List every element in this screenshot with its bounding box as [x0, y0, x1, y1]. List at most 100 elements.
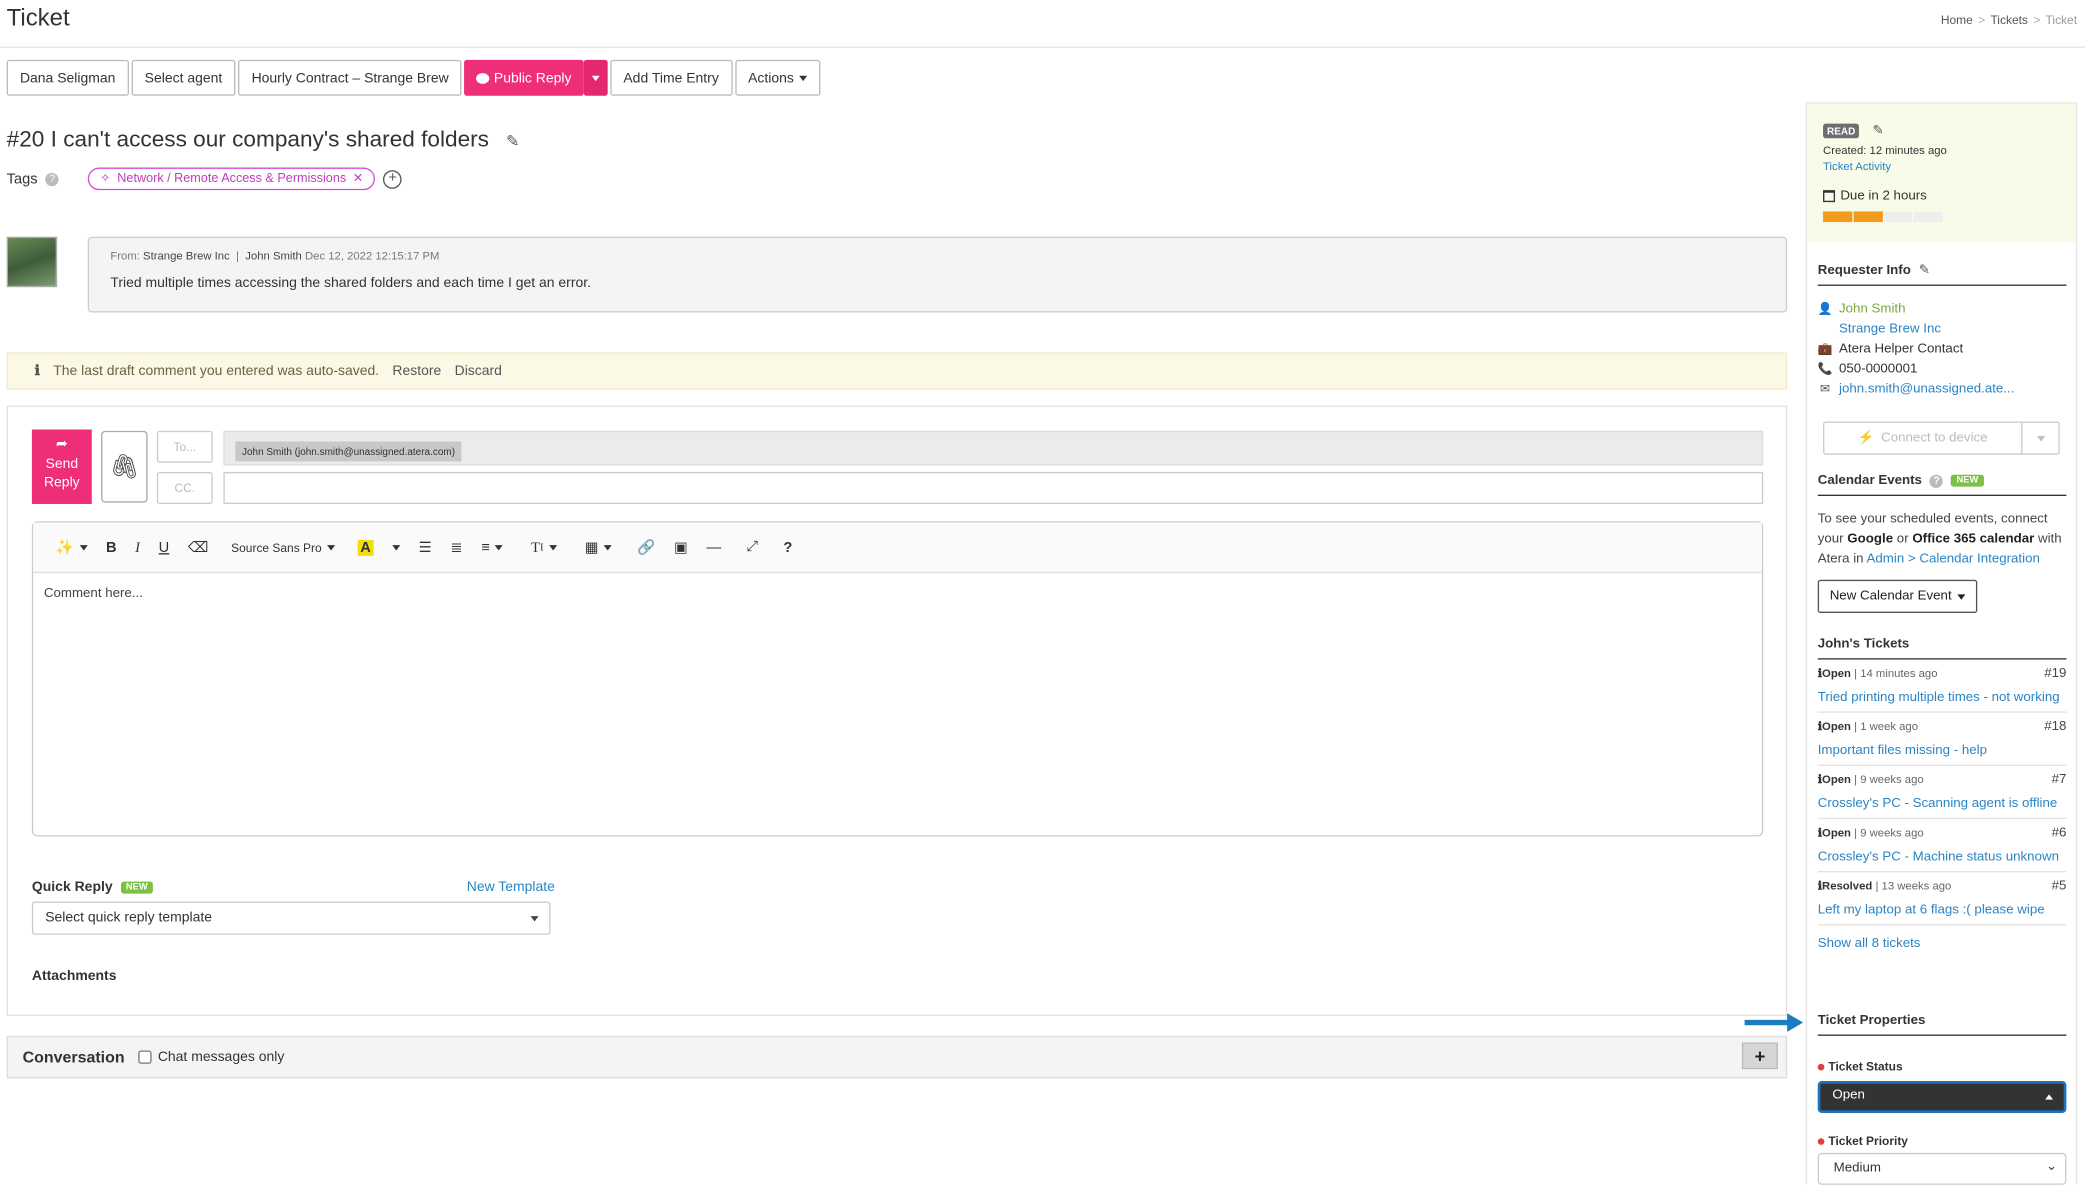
font-family-select[interactable]: Source Sans Pro — [218, 541, 348, 554]
add-tag-icon[interactable]: + — [383, 169, 402, 189]
link-icon[interactable]: 🔗 — [621, 539, 664, 556]
chat-only-checkbox[interactable] — [137, 1050, 152, 1064]
caret-up-icon — [2045, 1094, 2054, 1100]
requester-avatar — [6, 236, 58, 288]
send-reply-button[interactable]: ➦ Send Reply — [31, 429, 92, 504]
requester-title-label: Requester Info — [1817, 263, 1911, 278]
color-dropdown[interactable] — [383, 544, 410, 550]
breadcrumb-tickets[interactable]: Tickets — [1990, 13, 2027, 26]
ticket-priority-label-text: Ticket Priority — [1828, 1134, 1908, 1148]
actions-label: Actions — [748, 69, 794, 86]
help-icon[interactable]: ? — [1929, 474, 1944, 488]
ticket-time: 1 week ago — [1860, 719, 1919, 733]
connect-dropdown[interactable] — [2021, 422, 2058, 454]
due-row: Due in 2 hours — [1823, 189, 2060, 203]
ticket-time: 9 weeks ago — [1860, 825, 1924, 840]
ticket-subject-link[interactable]: Left my laptop at 6 flags :( please wipe — [1818, 903, 2067, 918]
new-calendar-event-button[interactable]: New Calendar Event — [1817, 579, 1977, 614]
bold-icon[interactable]: B — [97, 539, 126, 555]
caret-down-icon — [603, 544, 612, 550]
new-calendar-event-label: New Calendar Event — [1829, 589, 1952, 604]
message-author: John Smith — [245, 248, 302, 262]
ticket-time: 9 weeks ago — [1860, 772, 1924, 786]
ticket-list-item[interactable]: ℹOpen | 1 week ago #18 Important files mi… — [1817, 713, 2067, 766]
help-icon[interactable]: ? — [45, 172, 59, 186]
remove-tag-icon[interactable]: ✕ — [353, 172, 364, 187]
tag-chip[interactable]: ✧ Network / Remote Access & Permissions … — [88, 167, 376, 191]
contact-button[interactable]: Dana Seligman — [6, 59, 129, 96]
actions-dropdown[interactable]: Actions — [734, 59, 821, 96]
ticket-subject-link[interactable]: Crossley's PC - Machine status unknown — [1818, 850, 2067, 865]
ticket-list-item[interactable]: ℹResolved | 13 weeks ago #5 Left my lapto… — [1817, 872, 2067, 926]
ticket-priority-select[interactable]: Medium ⌄ — [1817, 1152, 2067, 1185]
created-text: Created: 12 minutes ago — [1823, 143, 1947, 157]
horizontal-rule-icon[interactable]: — — [697, 539, 730, 555]
connect-to-device-button[interactable]: ⚡ Connect to device — [1823, 421, 2060, 455]
ticket-sidebar: READ ✎ Created: 12 minutes ago Ticket Ac… — [1805, 102, 2078, 1185]
breadcrumb-home[interactable]: Home — [1941, 13, 1973, 26]
text-size-icon[interactable]: TI — [512, 539, 566, 555]
sparkle-icon: ✧ — [100, 171, 111, 187]
add-time-entry-button[interactable]: Add Time Entry — [610, 59, 733, 96]
comment-textarea[interactable]: Comment here... — [33, 573, 1762, 614]
ticket-priority-value: Medium — [1833, 1160, 1881, 1176]
ticket-list-item[interactable]: ℹOpen | 9 weeks ago #6 Crossley's PC - Ma… — [1817, 819, 2067, 873]
bulleted-list-icon[interactable]: ☰ — [409, 539, 441, 556]
required-dot-icon — [1817, 1063, 1825, 1071]
recipient-chip[interactable]: John Smith (john.smith@unassigned.atera.… — [235, 441, 462, 462]
from-label: From: — [110, 248, 140, 262]
tags-label: Tags — [6, 170, 38, 187]
highlight-color-icon[interactable]: A — [348, 539, 383, 556]
table-icon[interactable]: ▦ — [566, 539, 621, 556]
magic-wand-icon[interactable]: ✨ — [47, 539, 97, 556]
help-icon[interactable]: ? — [767, 539, 801, 555]
info-icon: ℹ — [34, 363, 40, 379]
edit-status-icon[interactable]: ✎ — [1872, 124, 1883, 139]
caret-down-icon — [2036, 435, 2045, 441]
ticket-subject-link[interactable]: Crossley's PC - Scanning agent is offlin… — [1818, 797, 2067, 812]
ticket-properties-section: Ticket Properties Ticket Status Open Tic… — [1817, 1013, 2067, 1185]
ticket-properties-title-label: Ticket Properties — [1817, 1013, 1926, 1028]
align-icon[interactable]: ≡ — [472, 539, 512, 555]
ticket-status-select[interactable]: Open — [1817, 1081, 2067, 1113]
eraser-icon[interactable]: ⌫ — [179, 539, 218, 556]
to-button[interactable]: To... — [156, 430, 213, 463]
image-icon[interactable]: ▣ — [665, 539, 697, 556]
requester-name[interactable]: John Smith — [1839, 302, 1906, 317]
attach-file-button[interactable]: 🖇 — [101, 430, 148, 503]
requester-name-row: 👤 John Smith — [1818, 299, 2067, 319]
requester-email[interactable]: john.smith@unassigned.ate... — [1839, 382, 2014, 397]
edit-title-icon[interactable]: ✎ — [506, 132, 519, 151]
select-agent-button[interactable]: Select agent — [131, 59, 236, 96]
tag-label: Network / Remote Access & Permissions — [117, 171, 347, 187]
ticket-status-label: Ticket Status — [1817, 1060, 2067, 1073]
add-conversation-button[interactable]: + — [1741, 1042, 1778, 1070]
cc-field[interactable] — [223, 472, 1764, 504]
contract-button[interactable]: Hourly Contract – Strange Brew — [238, 59, 462, 96]
public-reply-dropdown[interactable] — [583, 59, 608, 96]
ticket-subject-link[interactable]: Important files missing - help — [1818, 743, 2067, 758]
public-reply-button[interactable]: Public Reply — [464, 59, 584, 96]
restore-link[interactable]: Restore — [392, 363, 441, 379]
numbered-list-icon[interactable]: ≣ — [441, 539, 472, 556]
quick-reply-select[interactable]: Select quick reply template — [31, 901, 551, 935]
caret-down-icon — [548, 544, 557, 550]
ticket-activity-link[interactable]: Ticket Activity — [1823, 160, 2060, 173]
cc-button[interactable]: CC. — [156, 472, 213, 504]
new-template-link[interactable]: New Template — [467, 879, 555, 895]
requester-company[interactable]: Strange Brew Inc — [1839, 322, 1941, 337]
show-all-tickets-link[interactable]: Show all 8 tickets — [1818, 936, 2067, 951]
autosave-banner: ℹ The last draft comment you entered was… — [6, 352, 1788, 390]
to-field[interactable]: John Smith (john.smith@unassigned.atera.… — [223, 430, 1764, 466]
ticket-list-item[interactable]: ℹOpen | 14 minutes ago #19 Tried printing… — [1817, 660, 2067, 713]
underline-icon[interactable]: U — [149, 539, 178, 555]
caret-down-icon — [392, 544, 401, 550]
discard-link[interactable]: Discard — [455, 363, 502, 379]
calendar-integration-link[interactable]: Admin > Calendar Integration — [1867, 552, 2040, 567]
ticket-subject-link[interactable]: Tried printing multiple times - not work… — [1818, 690, 2067, 705]
ticket-list-item[interactable]: ℹOpen | 9 weeks ago #7 Crossley's PC - Sc… — [1817, 766, 2067, 820]
italic-icon[interactable]: I — [126, 539, 149, 555]
attachments-label: Attachments — [31, 968, 117, 984]
fullscreen-icon[interactable]: ⤢ — [730, 539, 767, 556]
edit-requester-icon[interactable]: ✎ — [1919, 263, 1930, 278]
